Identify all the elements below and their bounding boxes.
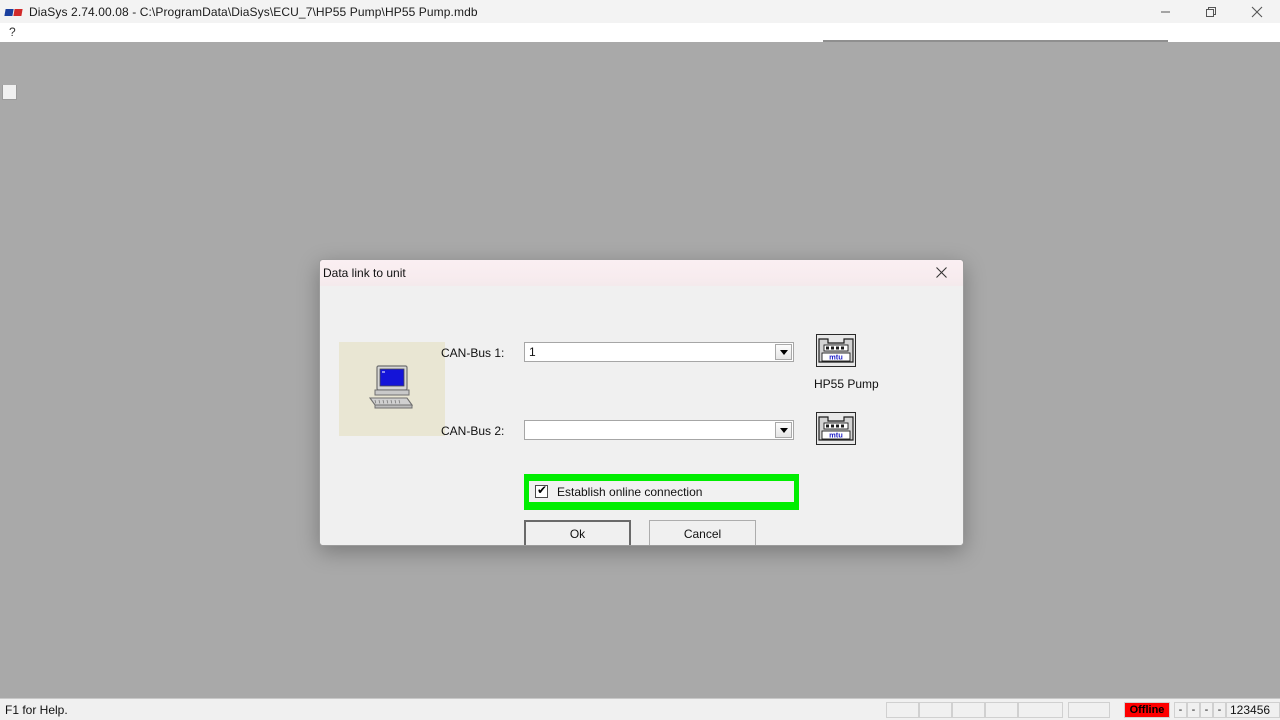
cancel-button[interactable]: Cancel (649, 520, 756, 545)
svg-text:mtu: mtu (829, 431, 843, 440)
app-logo-icon (4, 4, 23, 20)
window-controls (1142, 0, 1280, 23)
canbus1-combobox[interactable]: 1 (524, 342, 794, 362)
mdi-client-area: Data link to unit CAN-Bus 1: 1 CAN-Bus 2… (0, 42, 1280, 698)
mtu-device-icon: mtu (816, 334, 856, 367)
data-link-dialog: Data link to unit CAN-Bus 1: 1 CAN-Bus 2… (319, 259, 964, 546)
dialog-body: CAN-Bus 1: 1 CAN-Bus 2: mtu HP55 Pump mt… (320, 286, 963, 545)
status-pane (1018, 702, 1063, 718)
status-code-value: 123456 (1226, 702, 1280, 718)
status-indicator: - (1187, 702, 1200, 718)
checkmark-icon: ✔ (537, 483, 548, 497)
menu-item-help[interactable]: ? (5, 24, 20, 41)
window-title-bar: DiaSys 2.74.00.08 - C:\ProgramData\DiaSy… (0, 0, 1280, 23)
minimize-icon[interactable] (1142, 0, 1188, 23)
dialog-title-bar: Data link to unit (320, 260, 963, 287)
status-pane (919, 702, 952, 718)
status-help-text: F1 for Help. (5, 703, 68, 717)
connection-status-badge: Offline (1124, 702, 1170, 718)
canbus1-label: CAN-Bus 1: (441, 346, 505, 360)
canbus2-combobox[interactable] (524, 420, 794, 440)
mtu-device-icon: mtu (816, 412, 856, 445)
ok-button[interactable]: Ok (524, 520, 631, 545)
status-indicator: - (1174, 702, 1187, 718)
chevron-down-icon[interactable] (775, 422, 792, 438)
device-name-label: HP55 Pump (814, 377, 879, 391)
maximize-restore-icon[interactable] (1188, 0, 1234, 23)
status-bar: F1 for Help. Offline - - - - 123456 (0, 698, 1280, 720)
status-pane (886, 702, 919, 718)
dialog-title: Data link to unit (323, 266, 406, 280)
status-pane (1068, 702, 1110, 718)
status-indicator: - (1213, 702, 1226, 718)
canbus1-value: 1 (529, 345, 536, 359)
status-pane (952, 702, 985, 718)
canbus2-label: CAN-Bus 2: (441, 424, 505, 438)
establish-online-connection-label: Establish online connection (557, 484, 703, 499)
application-window: DiaSys 2.74.00.08 - C:\ProgramData\DiaSy… (0, 0, 1280, 720)
online-connection-highlight: ✔ Establish online connection (524, 474, 799, 510)
dialog-close-icon[interactable] (919, 260, 963, 285)
mdi-child-window-stub[interactable] (2, 85, 17, 100)
status-pane (985, 702, 1018, 718)
establish-online-connection-checkbox[interactable]: ✔ (535, 483, 548, 498)
establish-online-connection-row[interactable]: ✔ Establish online connection (529, 481, 794, 502)
svg-text:mtu: mtu (829, 353, 843, 362)
close-icon[interactable] (1234, 0, 1280, 23)
computer-icon (368, 365, 414, 409)
local-computer-panel (339, 342, 445, 436)
status-indicator: - (1200, 702, 1213, 718)
window-title: DiaSys 2.74.00.08 - C:\ProgramData\DiaSy… (29, 4, 478, 19)
chevron-down-icon[interactable] (775, 344, 792, 360)
